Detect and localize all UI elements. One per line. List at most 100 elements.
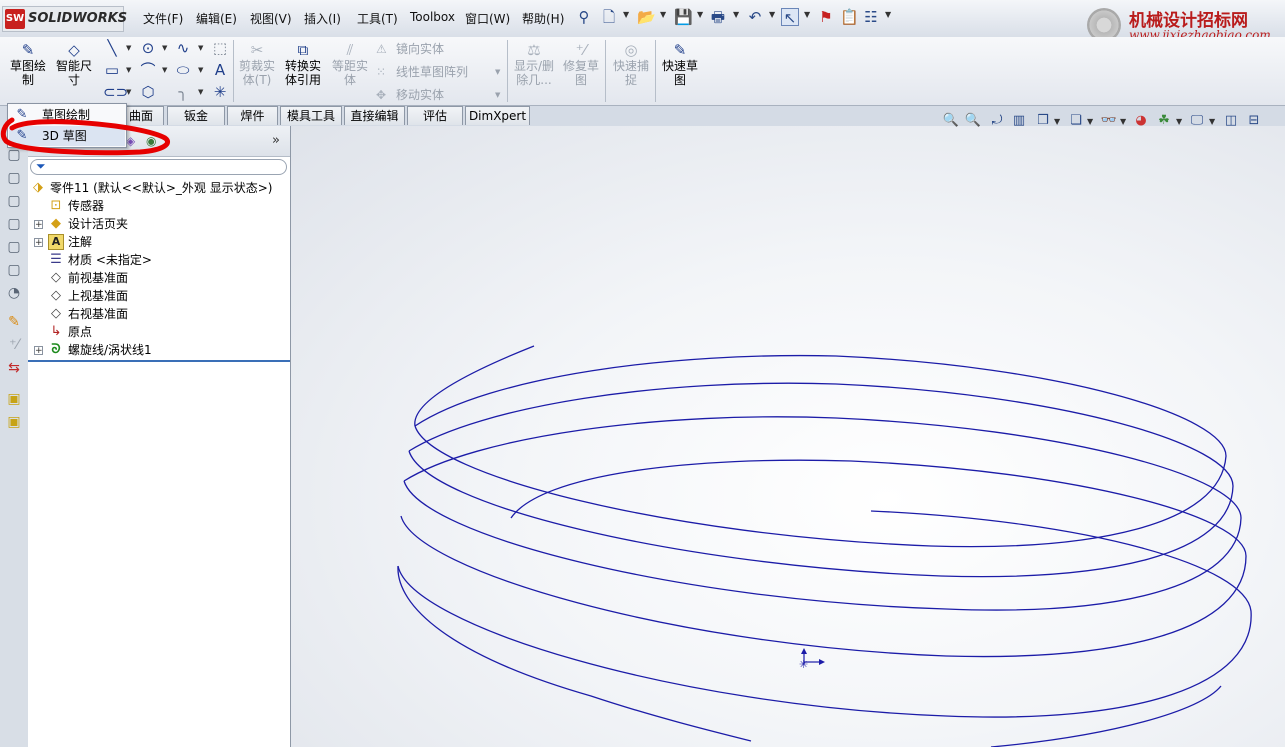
tab-weldments[interactable]: 焊件 bbox=[227, 106, 278, 125]
undo-dropdown-arrow[interactable]: ▼ bbox=[769, 10, 775, 19]
menu-tools[interactable]: 工具(T) bbox=[357, 10, 398, 27]
slot-icon[interactable]: ⊂⊃ bbox=[103, 83, 128, 101]
view-settings-icon[interactable]: 🖵 bbox=[1188, 112, 1206, 130]
sheet-strip-icon-2[interactable]: ▣ bbox=[5, 413, 23, 431]
rectangle-dropdown-arrow[interactable]: ▼ bbox=[126, 66, 131, 74]
extrude-cut-icon[interactable]: ▢ bbox=[5, 238, 23, 256]
move-entities-button[interactable]: ✥ 移动实体 bbox=[376, 86, 444, 103]
tree-item-origin[interactable]: ↳ 原点 bbox=[48, 323, 92, 341]
tree-item-helix[interactable]: ᘐ 螺旋线/涡状线1 bbox=[48, 341, 151, 359]
tree-item-material[interactable]: ☰ 材质 <未指定> bbox=[48, 251, 152, 269]
undo-icon[interactable]: ↶ bbox=[746, 8, 764, 26]
expand-panel-icon[interactable]: » bbox=[272, 133, 280, 148]
tab-dimxpert[interactable]: DimXpert bbox=[465, 106, 530, 125]
menu-window[interactable]: 窗口(W) bbox=[465, 10, 510, 27]
relations-strip-icon[interactable]: ⇆ bbox=[5, 359, 23, 377]
select-pointer-icon[interactable]: ↖ bbox=[781, 8, 799, 27]
rectangle-icon[interactable]: ▭ bbox=[103, 61, 121, 79]
ellipse-icon[interactable]: ⬭ bbox=[174, 61, 192, 79]
zoom-to-fit-icon[interactable]: 🔍 bbox=[942, 112, 960, 130]
move-dropdown-arrow[interactable]: ▼ bbox=[495, 91, 500, 99]
expand-annotations[interactable]: + bbox=[34, 238, 43, 248]
menu-file[interactable]: 文件(F) bbox=[143, 10, 183, 27]
open-folder-icon[interactable]: 📂 bbox=[637, 8, 656, 26]
repair-sketch-button[interactable]: ⁺⁄ 修复草 图 bbox=[561, 39, 601, 103]
graphics-area[interactable]: ✳ bbox=[291, 126, 1285, 747]
sketch-button[interactable]: ✎ 草图绘 制 bbox=[8, 39, 48, 103]
options-dropdown-arrow[interactable]: ▼ bbox=[885, 10, 891, 19]
linear-pattern-dropdown-arrow[interactable]: ▼ bbox=[495, 68, 500, 76]
menu-toolbox[interactable]: Toolbox bbox=[410, 10, 455, 24]
construction-geometry-icon[interactable]: ⬚ bbox=[211, 39, 229, 57]
smart-dimension-button[interactable]: ◇ 智能尺 寸 bbox=[54, 39, 94, 103]
hide-show-dropdown-arrow[interactable]: ▼ bbox=[1120, 117, 1126, 126]
convert-entities-button[interactable]: ⧉ 转换实 体引用 bbox=[283, 39, 323, 103]
point-icon[interactable]: ✳ bbox=[211, 83, 229, 101]
apply-scene-dropdown-arrow[interactable]: ▼ bbox=[1176, 117, 1182, 126]
view-settings-dropdown-arrow[interactable]: ▼ bbox=[1209, 117, 1215, 126]
print-icon[interactable]: 🖶 bbox=[709, 8, 727, 26]
hide-show-items-icon[interactable]: 👓 bbox=[1100, 112, 1118, 130]
save-dropdown-arrow[interactable]: ▼ bbox=[697, 10, 703, 19]
arc-dropdown-arrow[interactable]: ▼ bbox=[162, 66, 167, 74]
fillet-feature-icon[interactable]: ◔ bbox=[5, 284, 23, 302]
line-icon[interactable]: ╲ bbox=[103, 39, 121, 57]
spline-icon[interactable]: ∿ bbox=[174, 39, 192, 57]
edit-appearance-icon[interactable]: ◕ bbox=[1132, 112, 1150, 130]
tree-item-top-plane[interactable]: ◇ 上视基准面 bbox=[48, 287, 128, 305]
quick-snaps-button[interactable]: ◎ 快速捕 捉 bbox=[611, 39, 651, 103]
split-horizontal-icon[interactable]: ⊟ bbox=[1245, 112, 1263, 130]
revolve-cut-icon[interactable]: ▢ bbox=[5, 261, 23, 279]
offset-entities-button[interactable]: ⫽ 等距实 体 bbox=[330, 39, 370, 103]
options-icon[interactable]: ☷ bbox=[862, 8, 880, 26]
new-dropdown-arrow[interactable]: ▼ bbox=[623, 10, 629, 19]
tree-filter-input[interactable]: ⏷ bbox=[30, 159, 287, 175]
section-view-icon[interactable]: ▥ bbox=[1010, 112, 1028, 130]
ellipse-dropdown-arrow[interactable]: ▼ bbox=[198, 66, 203, 74]
sheet-strip-icon[interactable]: ▣ bbox=[5, 390, 23, 408]
tree-item-design-binder[interactable]: ◆ 设计活页夹 bbox=[48, 215, 128, 233]
arc-icon[interactable]: ⌒ bbox=[139, 61, 157, 79]
tab-mold-tools[interactable]: 模具工具 bbox=[280, 106, 342, 125]
sweep-boss-icon[interactable]: ▢ bbox=[5, 192, 23, 210]
text-icon[interactable]: A bbox=[211, 61, 229, 79]
expand-design-binder[interactable]: + bbox=[34, 220, 43, 230]
trim-entities-button[interactable]: ✂ 剪裁实 体(T) bbox=[237, 39, 277, 103]
tree-item-sensors[interactable]: ⊡ 传感器 bbox=[48, 197, 104, 215]
loft-boss-icon[interactable]: ▢ bbox=[5, 215, 23, 233]
repair-strip-icon[interactable]: ⁺⁄ bbox=[5, 336, 23, 354]
display-style-dropdown-arrow[interactable]: ▼ bbox=[1087, 117, 1093, 126]
menu-help[interactable]: 帮助(H) bbox=[522, 10, 564, 27]
open-dropdown-arrow[interactable]: ▼ bbox=[660, 10, 666, 19]
display-style-icon[interactable]: ❏ bbox=[1067, 112, 1085, 130]
solidworks-logo[interactable]: SW SOLIDWORKS bbox=[2, 6, 127, 32]
slot-dropdown-arrow[interactable]: ▼ bbox=[126, 88, 131, 96]
tab-sheet-metal[interactable]: 钣金 bbox=[167, 106, 225, 125]
file-properties-icon[interactable]: 📋 bbox=[840, 8, 859, 26]
menu-edit[interactable]: 编辑(E) bbox=[196, 10, 237, 27]
display-delete-relations-button[interactable]: ⚖ 显示/删 除几... bbox=[512, 39, 556, 103]
tree-part-node[interactable]: ⬗ 零件11 (默认<<默认>_外观 显示状态>) bbox=[30, 179, 272, 197]
menu-insert[interactable]: 插入(I) bbox=[304, 10, 341, 27]
tab-direct-editing[interactable]: 直接编辑 bbox=[344, 106, 405, 125]
mirror-entities-button[interactable]: ⚠ 镜向实体 bbox=[376, 40, 444, 57]
apply-scene-icon[interactable]: ☘ bbox=[1155, 112, 1173, 130]
tree-item-annotations[interactable]: A 注解 bbox=[48, 233, 92, 251]
fillet-icon[interactable]: ╮ bbox=[174, 83, 192, 101]
linear-pattern-button[interactable]: ⁙ 线性草图阵列 bbox=[376, 63, 468, 80]
tree-rollback-bar[interactable] bbox=[28, 360, 290, 362]
tree-item-front-plane[interactable]: ◇ 前视基准面 bbox=[48, 269, 128, 287]
tree-item-right-plane[interactable]: ◇ 右视基准面 bbox=[48, 305, 128, 323]
zoom-to-area-icon[interactable]: 🔍 bbox=[964, 112, 982, 130]
split-vertical-icon[interactable]: ◫ bbox=[1222, 112, 1240, 130]
circle-icon[interactable]: ⊙ bbox=[139, 39, 157, 57]
sketch-strip-icon[interactable]: ✎ bbox=[5, 313, 23, 331]
view-orientation-dropdown-arrow[interactable]: ▼ bbox=[1054, 117, 1060, 126]
polygon-icon[interactable]: ⬡ bbox=[139, 83, 157, 101]
pin-icon[interactable]: ⚲ bbox=[575, 8, 593, 26]
print-dropdown-arrow[interactable]: ▼ bbox=[733, 10, 739, 19]
rapid-sketch-button[interactable]: ✎ 快速草 图 bbox=[660, 39, 700, 103]
rebuild-traffic-light-icon[interactable]: ⚑ bbox=[817, 8, 835, 26]
fillet-dropdown-arrow[interactable]: ▼ bbox=[198, 88, 203, 96]
expand-helix[interactable]: + bbox=[34, 346, 43, 356]
